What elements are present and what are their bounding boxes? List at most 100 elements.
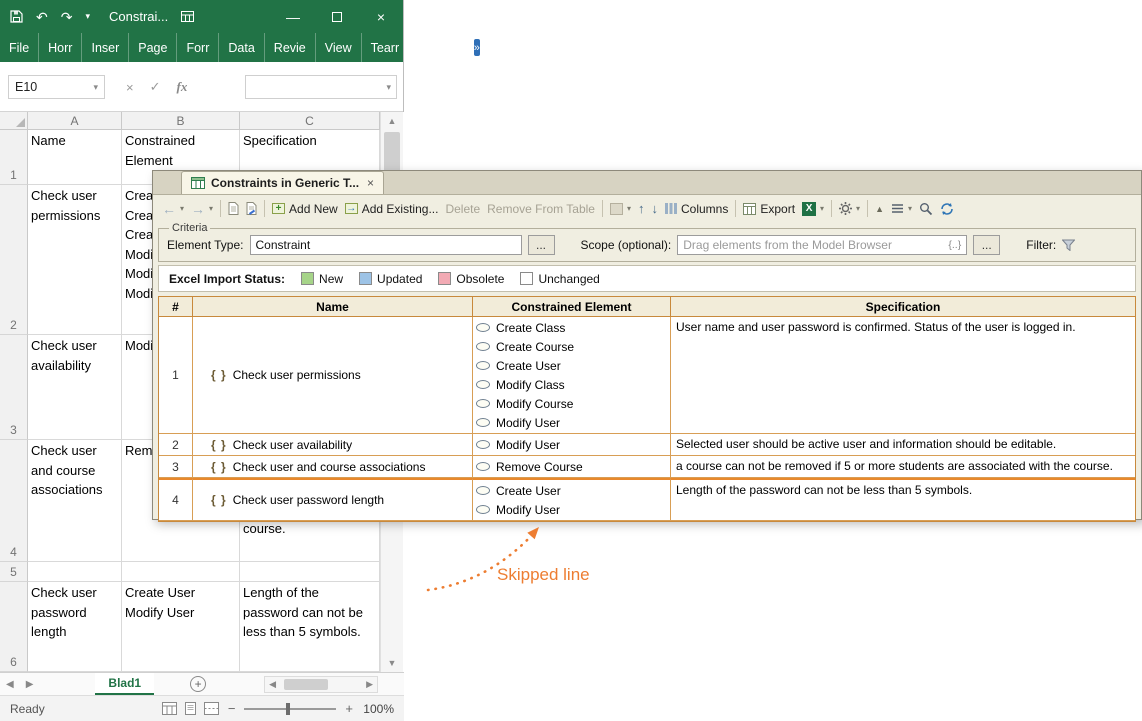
row-4-number[interactable]: 4: [159, 478, 193, 521]
copy-icon[interactable]: [228, 202, 239, 215]
excel-sync-button[interactable]: X ▾: [802, 201, 824, 216]
cell-a4[interactable]: Check user and course associations: [28, 440, 122, 562]
tab-close-icon[interactable]: ×: [367, 176, 374, 190]
row-1-elements-cell[interactable]: Create Class Create Course Create User M…: [473, 317, 671, 434]
tell-me-box[interactable]: Tell m: [409, 33, 474, 62]
row-header-2[interactable]: 2: [0, 185, 28, 335]
constrained-element-item[interactable]: Modify User: [476, 413, 667, 432]
row-3-elements-cell[interactable]: Remove Course: [473, 456, 671, 478]
name-box-caret-icon[interactable]: ▾: [93, 82, 98, 93]
tab-team[interactable]: Tearr: [362, 33, 410, 62]
constrained-element-item[interactable]: Create Class: [476, 318, 667, 337]
row-header-4[interactable]: 4: [0, 440, 28, 562]
row-4-specification-cell[interactable]: Length of the password can not be less t…: [671, 478, 1135, 521]
tab-formulas[interactable]: Forr: [177, 33, 220, 62]
close-button[interactable]: ×: [359, 0, 403, 33]
horizontal-scrollbar[interactable]: ◀ ▶: [264, 675, 378, 693]
columns-button[interactable]: Columns: [664, 202, 728, 216]
remove-from-table-button[interactable]: Remove From Table: [487, 202, 595, 216]
cell-c6[interactable]: Length of the password can not be less t…: [240, 582, 380, 672]
refresh-button[interactable]: [940, 202, 954, 216]
normal-view-icon[interactable]: [161, 702, 177, 715]
row-3-name-cell[interactable]: { } Check user and course associations: [193, 456, 473, 478]
row-header-6[interactable]: 6: [0, 582, 28, 672]
cell-a3[interactable]: Check user availability: [28, 335, 122, 440]
element-type-field[interactable]: Constraint: [249, 235, 522, 255]
tab-insert[interactable]: Inser: [82, 33, 130, 62]
hscroll-left-icon[interactable]: ◀: [265, 679, 280, 690]
formula-expand-caret-icon[interactable]: ▾: [386, 82, 391, 93]
options-button[interactable]: ▾: [839, 202, 860, 215]
add-sheet-button[interactable]: +: [190, 676, 207, 692]
minimize-button[interactable]: —: [271, 0, 315, 33]
tab-constraints-table[interactable]: Constraints in Generic T... ×: [181, 171, 385, 194]
cell-a2[interactable]: Check user permissions: [28, 185, 122, 335]
qat-customize-caret-icon[interactable]: ▾: [85, 11, 90, 22]
sheet-tab-blad1[interactable]: Blad1: [95, 673, 155, 695]
formula-input[interactable]: ▾: [245, 75, 397, 99]
cell-c5[interactable]: [240, 562, 380, 582]
select-all-corner[interactable]: [0, 112, 28, 130]
tab-page-layout[interactable]: Page: [129, 33, 178, 62]
collapse-criteria-button[interactable]: ▲: [875, 204, 884, 214]
row-1-number[interactable]: 1: [159, 317, 193, 434]
back-button[interactable]: ← ▾: [162, 202, 184, 216]
move-down-button[interactable]: ↓: [651, 202, 658, 215]
cell-b6[interactable]: Create User Modify User: [122, 582, 240, 672]
constrained-element-item[interactable]: Create User: [476, 356, 667, 375]
header-constrained-element[interactable]: Constrained Element: [473, 297, 671, 317]
tab-file[interactable]: File: [0, 33, 40, 62]
column-header-c[interactable]: C: [240, 112, 380, 130]
forward-button[interactable]: → ▾: [191, 202, 213, 216]
cell-a5[interactable]: [28, 562, 122, 582]
constrained-element-item[interactable]: Remove Course: [476, 457, 667, 476]
row-1-name-cell[interactable]: { } Check user permissions: [193, 317, 473, 434]
row-header-5[interactable]: 5: [0, 562, 28, 582]
tab-view[interactable]: View: [316, 33, 362, 62]
row-2-specification-cell[interactable]: Selected user should be active user and …: [671, 434, 1135, 456]
column-header-a[interactable]: A: [28, 112, 122, 130]
undo-icon[interactable]: ↶: [36, 10, 48, 24]
row-2-elements-cell[interactable]: Modify User: [473, 434, 671, 456]
scope-browse-button[interactable]: ...: [973, 235, 1001, 255]
save-icon[interactable]: [10, 10, 23, 23]
sheet-nav-right-icon[interactable]: ▶: [20, 679, 40, 690]
tab-data[interactable]: Data: [219, 33, 265, 62]
constrained-element-item[interactable]: Create Course: [476, 337, 667, 356]
zoom-out-button[interactable]: −: [228, 701, 236, 716]
hscroll-track[interactable]: [280, 678, 362, 691]
row-header-1[interactable]: 1: [0, 130, 28, 185]
cancel-entry-icon[interactable]: ×: [126, 80, 134, 95]
hscroll-right-icon[interactable]: ▶: [362, 679, 377, 690]
maximize-button[interactable]: [315, 0, 359, 33]
zoom-slider[interactable]: [244, 702, 337, 715]
constrained-element-item[interactable]: Modify User: [476, 435, 667, 454]
move-to-button[interactable]: ▾: [609, 202, 631, 215]
cell-a1[interactable]: Name: [28, 130, 122, 185]
row-3-specification-cell[interactable]: a course can not be removed if 5 or more…: [671, 456, 1135, 478]
zoom-in-button[interactable]: +: [345, 701, 353, 716]
move-up-button[interactable]: ↑: [638, 202, 645, 215]
redo-icon[interactable]: ↷: [61, 10, 73, 24]
export-button[interactable]: Export: [743, 202, 795, 216]
scope-field[interactable]: Drag elements from the Model Browser {..…: [677, 235, 968, 255]
constrained-element-item[interactable]: Modify Course: [476, 394, 667, 413]
row-3-number[interactable]: 3: [159, 456, 193, 478]
filter-funnel-icon[interactable]: [1062, 239, 1076, 251]
scroll-down-icon[interactable]: ▼: [381, 658, 403, 668]
touch-mode-icon[interactable]: [181, 11, 195, 22]
row-2-number[interactable]: 2: [159, 434, 193, 456]
cell-b5[interactable]: [122, 562, 240, 582]
insert-function-icon[interactable]: fx: [177, 79, 188, 95]
header-number[interactable]: #: [159, 297, 193, 317]
sheet-nav-left-icon[interactable]: ◀: [0, 679, 20, 690]
header-specification[interactable]: Specification: [671, 297, 1135, 317]
zoom-slider-thumb[interactable]: [286, 702, 291, 715]
paste-icon[interactable]: [246, 202, 257, 215]
row-1-specification-cell[interactable]: User name and user password is confirmed…: [671, 317, 1135, 434]
cell-a6[interactable]: Check user password length: [28, 582, 122, 672]
page-break-view-icon[interactable]: [203, 702, 219, 715]
zoom-level[interactable]: 100%: [362, 702, 394, 716]
horizontal-scroll-thumb[interactable]: [284, 678, 329, 690]
name-box[interactable]: E10 ▾: [8, 75, 105, 99]
